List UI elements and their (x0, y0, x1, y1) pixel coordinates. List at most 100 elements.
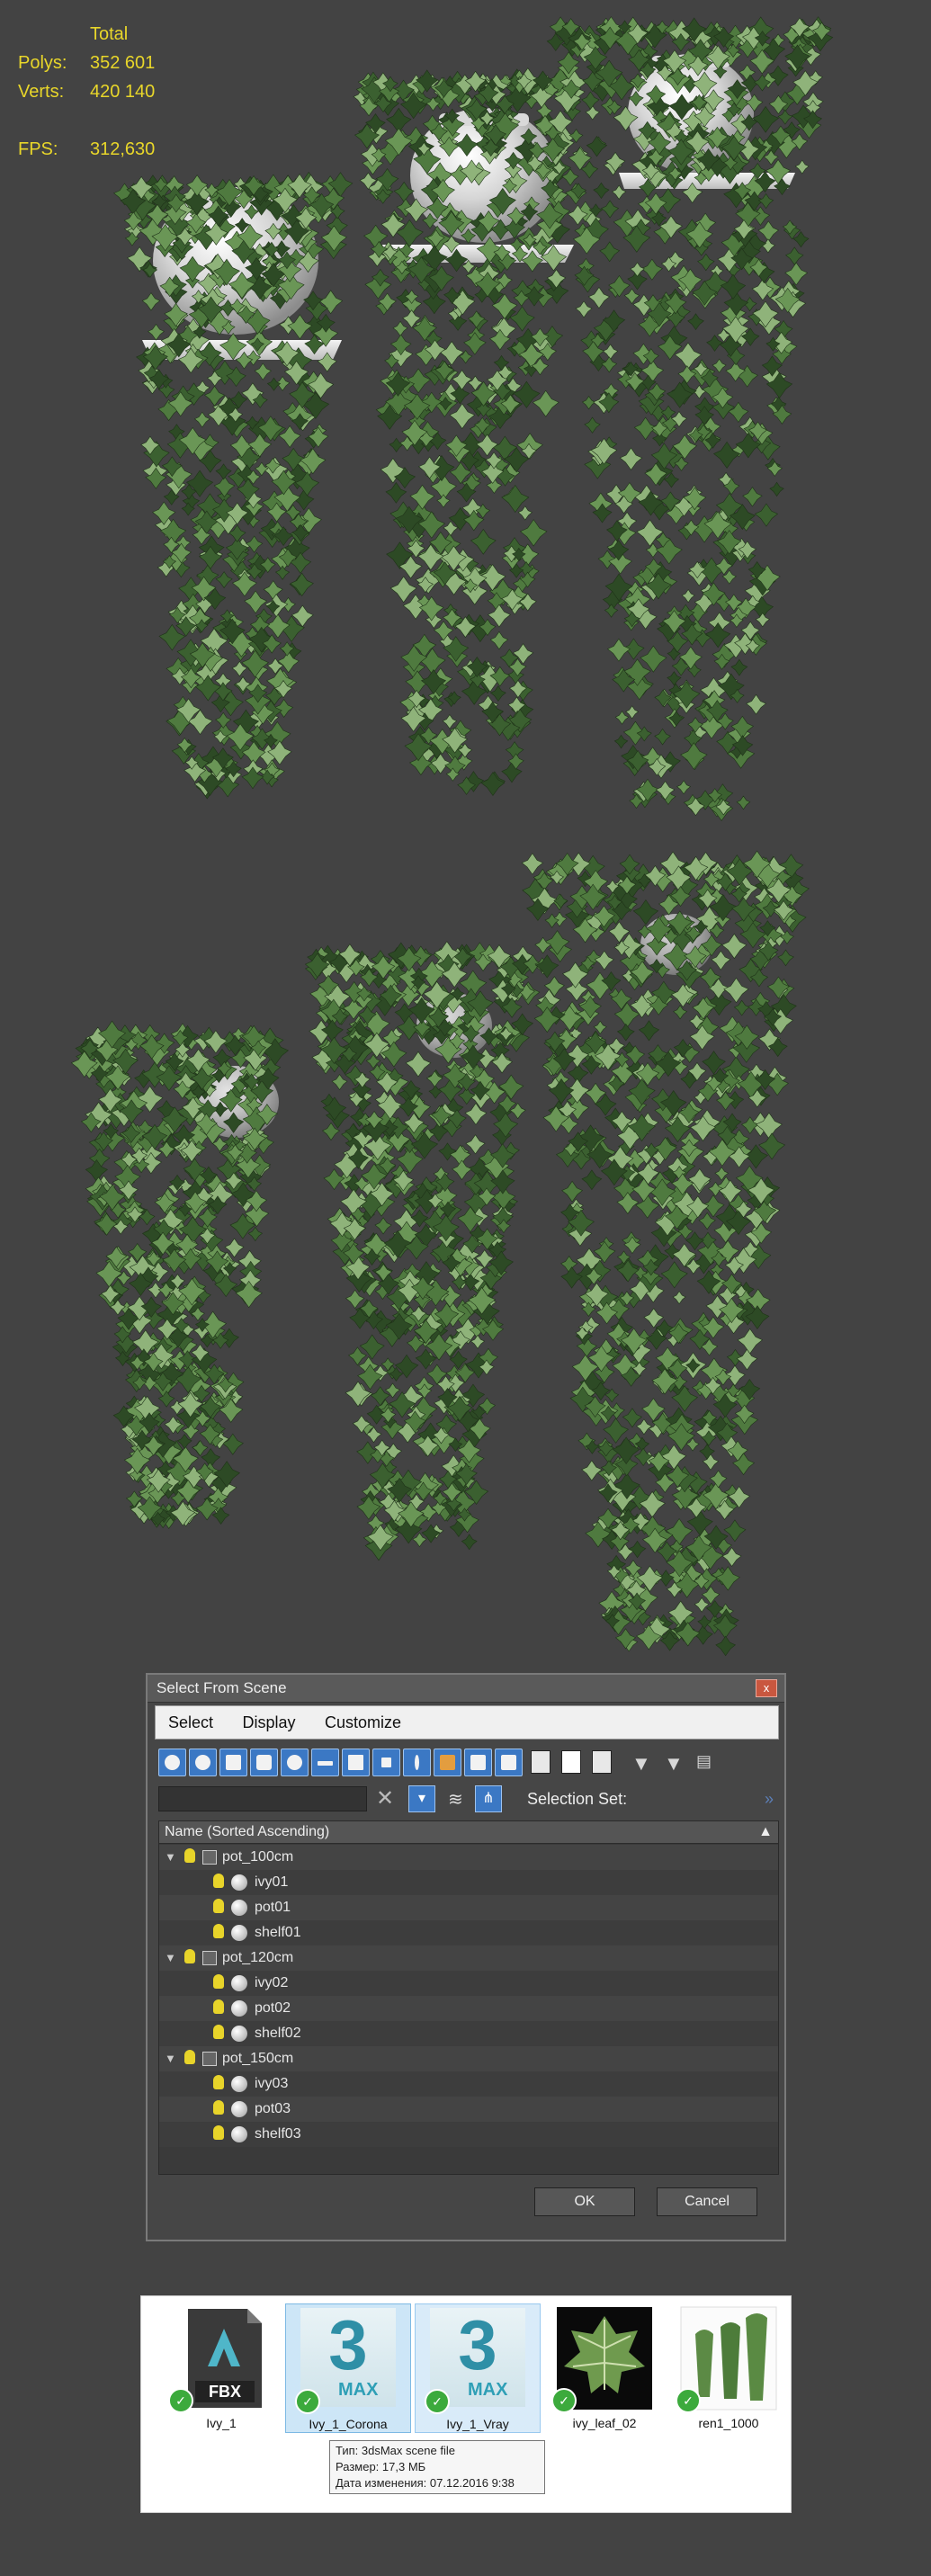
file-name: ivy_leaf_02 (572, 2416, 637, 2430)
file-ivy-leaf-02[interactable]: ✓ ivy_leaf_02 (542, 2303, 667, 2431)
light-bulb-icon[interactable] (213, 2025, 224, 2039)
tree-child-row[interactable]: shelf03 (159, 2122, 778, 2147)
collapse-triangle-icon[interactable]: ▼ (165, 1845, 176, 1870)
container-filter-icon[interactable] (434, 1749, 461, 1776)
light-bulb-icon[interactable] (213, 1874, 224, 1888)
tree-child-row[interactable]: ivy03 (159, 2071, 778, 2097)
geometry-sphere-icon (231, 1900, 247, 1916)
max-file-icon: 3 MAX ✓ (295, 2304, 401, 2414)
tree-child-row[interactable]: pot03 (159, 2097, 778, 2122)
dialog-title: Select From Scene (148, 1675, 784, 1703)
max-file-icon: 3 MAX ✓ (425, 2304, 531, 2414)
light-bulb-icon[interactable] (213, 1924, 224, 1938)
tree-group-row[interactable]: ▼ pot_120cm (159, 1945, 778, 1971)
tree-group-row[interactable]: ▼ pot_150cm (159, 2046, 778, 2071)
sort-arrow-icon: ▲ (758, 1824, 773, 1839)
file-ren1-1000[interactable]: ✓ ren1_1000 (667, 2303, 791, 2431)
light-bulb-icon[interactable] (213, 2075, 224, 2089)
camera-filter-icon[interactable] (250, 1749, 278, 1776)
geometry-sphere-icon (231, 2126, 247, 2142)
tooltip-size: Размер: 17,3 МБ (336, 2460, 426, 2473)
clear-search-icon[interactable]: ✕ (376, 1784, 394, 1813)
light-bulb-icon[interactable] (213, 1999, 224, 2014)
name-column-header[interactable]: Name (Sorted Ascending) ▲ (159, 1821, 778, 1844)
max-badge: MAX (338, 2380, 379, 2400)
display-none-icon[interactable] (561, 1750, 581, 1774)
tree-group-label: pot_150cm (222, 2051, 294, 2066)
selection-set-label: Selection Set: (527, 1790, 628, 1808)
file-ivy-1[interactable]: FBX ✓ Ivy_1 (159, 2303, 283, 2431)
geometry-filter-icon[interactable] (158, 1749, 186, 1776)
tree-child-row[interactable]: shelf01 (159, 1920, 778, 1945)
collapse-triangle-icon[interactable]: ▼ (165, 2046, 176, 2071)
file-ivy-1-vray[interactable]: 3 MAX ✓ Ivy_1_Vray (415, 2303, 541, 2433)
light-bulb-icon[interactable] (184, 1848, 195, 1863)
filter-list-icon[interactable]: ▤ (696, 1752, 712, 1771)
tree-child-row[interactable]: ivy01 (159, 1870, 778, 1895)
filter-options-icon[interactable]: ▼ (664, 1752, 684, 1775)
fbx-file-icon: FBX ✓ (168, 2303, 274, 2413)
find-case-icon[interactable]: ▾ (408, 1785, 435, 1812)
geometry-sphere-icon (231, 2101, 247, 2117)
light-bulb-icon[interactable] (213, 1974, 224, 1989)
group-filter-icon[interactable] (342, 1749, 370, 1776)
geometry-sphere-icon (231, 2026, 247, 2042)
close-icon[interactable]: x (756, 1679, 777, 1697)
invert-display-icon[interactable] (592, 1750, 612, 1774)
tree-child-row[interactable]: pot01 (159, 1895, 778, 1920)
tooltip-date: Дата изменения: 07.12.2016 9:38 (336, 2476, 515, 2490)
tree-child-label: shelf02 (255, 2026, 301, 2041)
scene-object-list: Name (Sorted Ascending) ▲ ▼ pot_100cm ivy0… (158, 1820, 779, 2175)
file-name: Ivy_1 (206, 2416, 237, 2430)
file-name: ren1_1000 (698, 2416, 759, 2430)
layers-icon[interactable]: ≋ (448, 1788, 463, 1811)
group-icon (202, 2052, 217, 2066)
hierarchy-icon[interactable]: ⋔ (475, 1785, 502, 1812)
tree-child-row[interactable]: ivy02 (159, 1971, 778, 1996)
tree-child-label: ivy03 (255, 2076, 289, 2091)
sync-check-icon: ✓ (551, 2388, 577, 2413)
tree-child-label: ivy02 (255, 1975, 289, 1990)
menu-display[interactable]: Display (229, 1706, 308, 1739)
file-ivy-1-corona[interactable]: 3 MAX ✓ Ivy_1_Corona (285, 2303, 411, 2433)
display-all-icon[interactable] (531, 1750, 551, 1774)
tree-child-label: shelf01 (255, 1925, 301, 1940)
ivy-foliage-front (70, 850, 810, 1657)
cancel-button[interactable]: Cancel (657, 2187, 757, 2216)
sync-check-icon: ✓ (295, 2389, 320, 2414)
hidden-filter-icon[interactable] (495, 1749, 523, 1776)
render-thumbnail: ✓ (676, 2303, 782, 2413)
light-bulb-icon[interactable] (213, 2100, 224, 2115)
tree-group-label: pot_120cm (222, 1950, 294, 1965)
file-name: Ivy_1_Vray (446, 2417, 509, 2431)
tree-child-row[interactable]: pot02 (159, 1996, 778, 2021)
menu-select[interactable]: Select (156, 1706, 226, 1739)
light-bulb-icon[interactable] (184, 1949, 195, 1963)
bone-filter-icon[interactable] (403, 1749, 431, 1776)
light-bulb-icon[interactable] (184, 2050, 195, 2064)
light-filter-icon[interactable] (219, 1749, 247, 1776)
tree-child-label: ivy01 (255, 1874, 289, 1890)
xref-filter-icon[interactable] (372, 1749, 400, 1776)
ok-button[interactable]: OK (534, 2187, 635, 2216)
menu-customize[interactable]: Customize (312, 1706, 414, 1739)
tree-group-row[interactable]: ▼ pot_100cm (159, 1845, 778, 1870)
tooltip-type: Тип: 3dsMax scene file (336, 2444, 455, 2457)
collapse-triangle-icon[interactable]: ▼ (165, 1945, 176, 1971)
search-input[interactable] (158, 1786, 367, 1811)
tree-child-row[interactable]: shelf02 (159, 2021, 778, 2046)
spacewarp-filter-icon[interactable] (311, 1749, 339, 1776)
more-icon[interactable]: » (765, 1784, 774, 1813)
helper-filter-icon[interactable] (281, 1749, 309, 1776)
funnel-icon[interactable]: ▼ (631, 1752, 651, 1775)
shape-filter-icon[interactable] (189, 1749, 217, 1776)
light-bulb-icon[interactable] (213, 2125, 224, 2140)
leaf-thumbnail: ✓ (551, 2303, 658, 2413)
column-header-label: Name (Sorted Ascending) (165, 1824, 330, 1839)
viewport-scene[interactable] (0, 0, 931, 1673)
file-name: Ivy_1_Corona (309, 2417, 388, 2431)
select-from-scene-dialog: Select From Scene x Select Display Custo… (146, 1673, 786, 2241)
light-bulb-icon[interactable] (213, 1899, 224, 1913)
frozen-filter-icon[interactable] (464, 1749, 492, 1776)
sync-check-icon: ✓ (425, 2389, 450, 2414)
